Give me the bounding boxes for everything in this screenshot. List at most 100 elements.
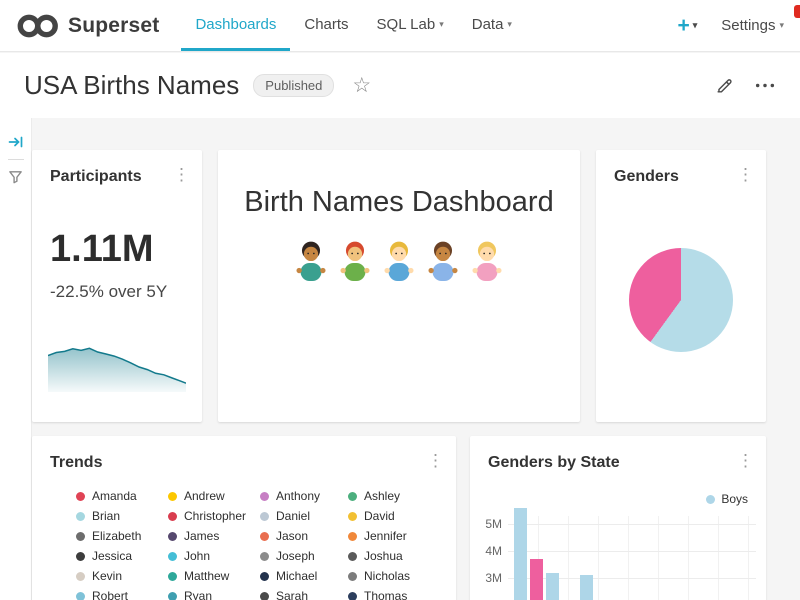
kebab-menu-icon[interactable]: ⋮ (427, 452, 444, 469)
legend-item[interactable]: Jessica (76, 546, 168, 566)
legend-dot (76, 512, 85, 521)
legend-dot (260, 552, 269, 561)
legend-item[interactable]: Jennifer (348, 526, 432, 546)
y-tick: 4M (480, 544, 502, 558)
legend-label: James (184, 529, 219, 543)
new-item-button[interactable]: + ▾ (677, 14, 697, 38)
nav-label: Data (472, 16, 504, 33)
participants-card: Participants ⋮ 1.11M -22.5% over 5Y (32, 150, 202, 422)
legend-label: Jessica (92, 549, 132, 563)
edit-dashboard-icon[interactable] (715, 76, 734, 95)
dashboard-header: USA Births Names Published ☆ (0, 53, 800, 118)
legend-item[interactable]: James (168, 526, 260, 546)
gridline (658, 516, 659, 600)
legend-item[interactable]: Joshua (348, 546, 432, 566)
legend-item[interactable]: Thomas (348, 586, 432, 600)
legend-dot (260, 492, 269, 501)
legend-dot (168, 572, 177, 581)
gridline (598, 516, 599, 600)
legend-label: Michael (276, 569, 317, 583)
plus-icon: + (677, 14, 689, 38)
legend-dot (348, 512, 357, 521)
header-actions (715, 76, 776, 95)
trends-card: Trends ⋮ AmandaAndrewAnthonyAshley Brian C… (32, 436, 456, 600)
kebab-menu-icon[interactable]: ⋮ (737, 166, 754, 183)
chevron-down-icon: ▾ (693, 20, 698, 31)
settings-label: Settings (721, 17, 775, 34)
legend-item[interactable]: Amanda (76, 486, 168, 506)
kebab-menu-icon[interactable]: ⋮ (173, 166, 190, 183)
nav-charts[interactable]: Charts (290, 0, 362, 51)
legend-item[interactable]: Ashley (348, 486, 432, 506)
legend-item[interactable]: Robert (76, 586, 168, 600)
superset-dashboard-page: Superset Dashboards Charts SQL Lab ▾ Dat… (0, 0, 800, 600)
navbar-right: + ▾ Settings ▾ (677, 0, 784, 51)
kebab-menu-icon[interactable]: ⋮ (737, 452, 754, 469)
y-tick: 3M (480, 571, 502, 585)
filter-icon[interactable] (8, 169, 23, 184)
legend-item[interactable]: Matthew (168, 566, 260, 586)
legend-dot (76, 552, 85, 561)
legend-item[interactable]: Nicholas (348, 566, 432, 586)
legend-label: Brian (92, 509, 120, 523)
legend-item[interactable]: Jason (260, 526, 348, 546)
legend-dot (168, 592, 177, 600)
legend-item[interactable]: Elizabeth (76, 526, 168, 546)
legend-item[interactable]: Anthony (260, 486, 348, 506)
legend-label: Jason (276, 529, 308, 543)
gridline (628, 516, 629, 600)
legend-item[interactable]: Ryan (168, 586, 260, 600)
legend-item[interactable]: Michael (260, 566, 348, 586)
state-bar (580, 575, 593, 600)
legend-item[interactable]: Joseph (260, 546, 348, 566)
legend-item[interactable]: David (348, 506, 432, 526)
boys-legend[interactable]: Boys (706, 492, 748, 506)
legend-label: Daniel (276, 509, 310, 523)
settings-menu[interactable]: Settings ▾ (721, 17, 784, 34)
legend-dot (76, 572, 85, 581)
legend-dot (168, 532, 177, 541)
nav-data[interactable]: Data ▾ (458, 0, 526, 51)
legend-label: Christopher (184, 509, 246, 523)
more-actions-icon[interactable] (754, 76, 776, 95)
legend-item[interactable]: Daniel (260, 506, 348, 526)
chart-title: Genders (614, 168, 679, 186)
legend-item[interactable]: Andrew (168, 486, 260, 506)
legend-item[interactable]: Sarah (260, 586, 348, 600)
legend-dot (168, 512, 177, 521)
child-figure-icon (336, 239, 374, 285)
expand-filter-bar-icon[interactable] (8, 134, 24, 150)
legend-item[interactable]: Christopher (168, 506, 260, 526)
gridline (748, 516, 749, 600)
child-figure-icon (468, 239, 506, 285)
boys-legend-dot (706, 495, 715, 504)
legend-dot (348, 532, 357, 541)
superset-logo[interactable]: Superset (16, 0, 159, 51)
superset-infinity-icon (16, 12, 60, 40)
legend-dot (76, 592, 85, 600)
nav-dashboards[interactable]: Dashboards (181, 0, 290, 51)
legend-label: John (184, 549, 210, 563)
chart-title: Participants (50, 168, 142, 186)
dashboard-title: USA Births Names (24, 70, 239, 101)
legend-dot (348, 572, 357, 581)
record-indicator-dot (794, 5, 800, 18)
genders-pie-chart (629, 248, 733, 352)
brand-name: Superset (68, 14, 159, 38)
trends-legend: AmandaAndrewAnthonyAshley Brian Christophe… (76, 486, 432, 600)
legend-item[interactable]: Brian (76, 506, 168, 526)
gridline (688, 516, 689, 600)
chevron-down-icon: ▾ (439, 19, 444, 30)
legend-dot (260, 532, 269, 541)
gridline (508, 524, 756, 525)
nav-sql-lab[interactable]: SQL Lab ▾ (363, 0, 458, 51)
chart-title: Trends (50, 454, 102, 472)
legend-dot (260, 592, 269, 600)
favorite-star-icon[interactable]: ☆ (352, 73, 371, 98)
published-badge[interactable]: Published (253, 74, 334, 97)
legend-item[interactable]: John (168, 546, 260, 566)
genders-by-state-card: Genders by State ⋮ Boys 5M 4M 3M (470, 436, 766, 600)
nav-label: SQL Lab (377, 16, 436, 33)
top-navbar: Superset Dashboards Charts SQL Lab ▾ Dat… (0, 0, 800, 52)
legend-item[interactable]: Kevin (76, 566, 168, 586)
